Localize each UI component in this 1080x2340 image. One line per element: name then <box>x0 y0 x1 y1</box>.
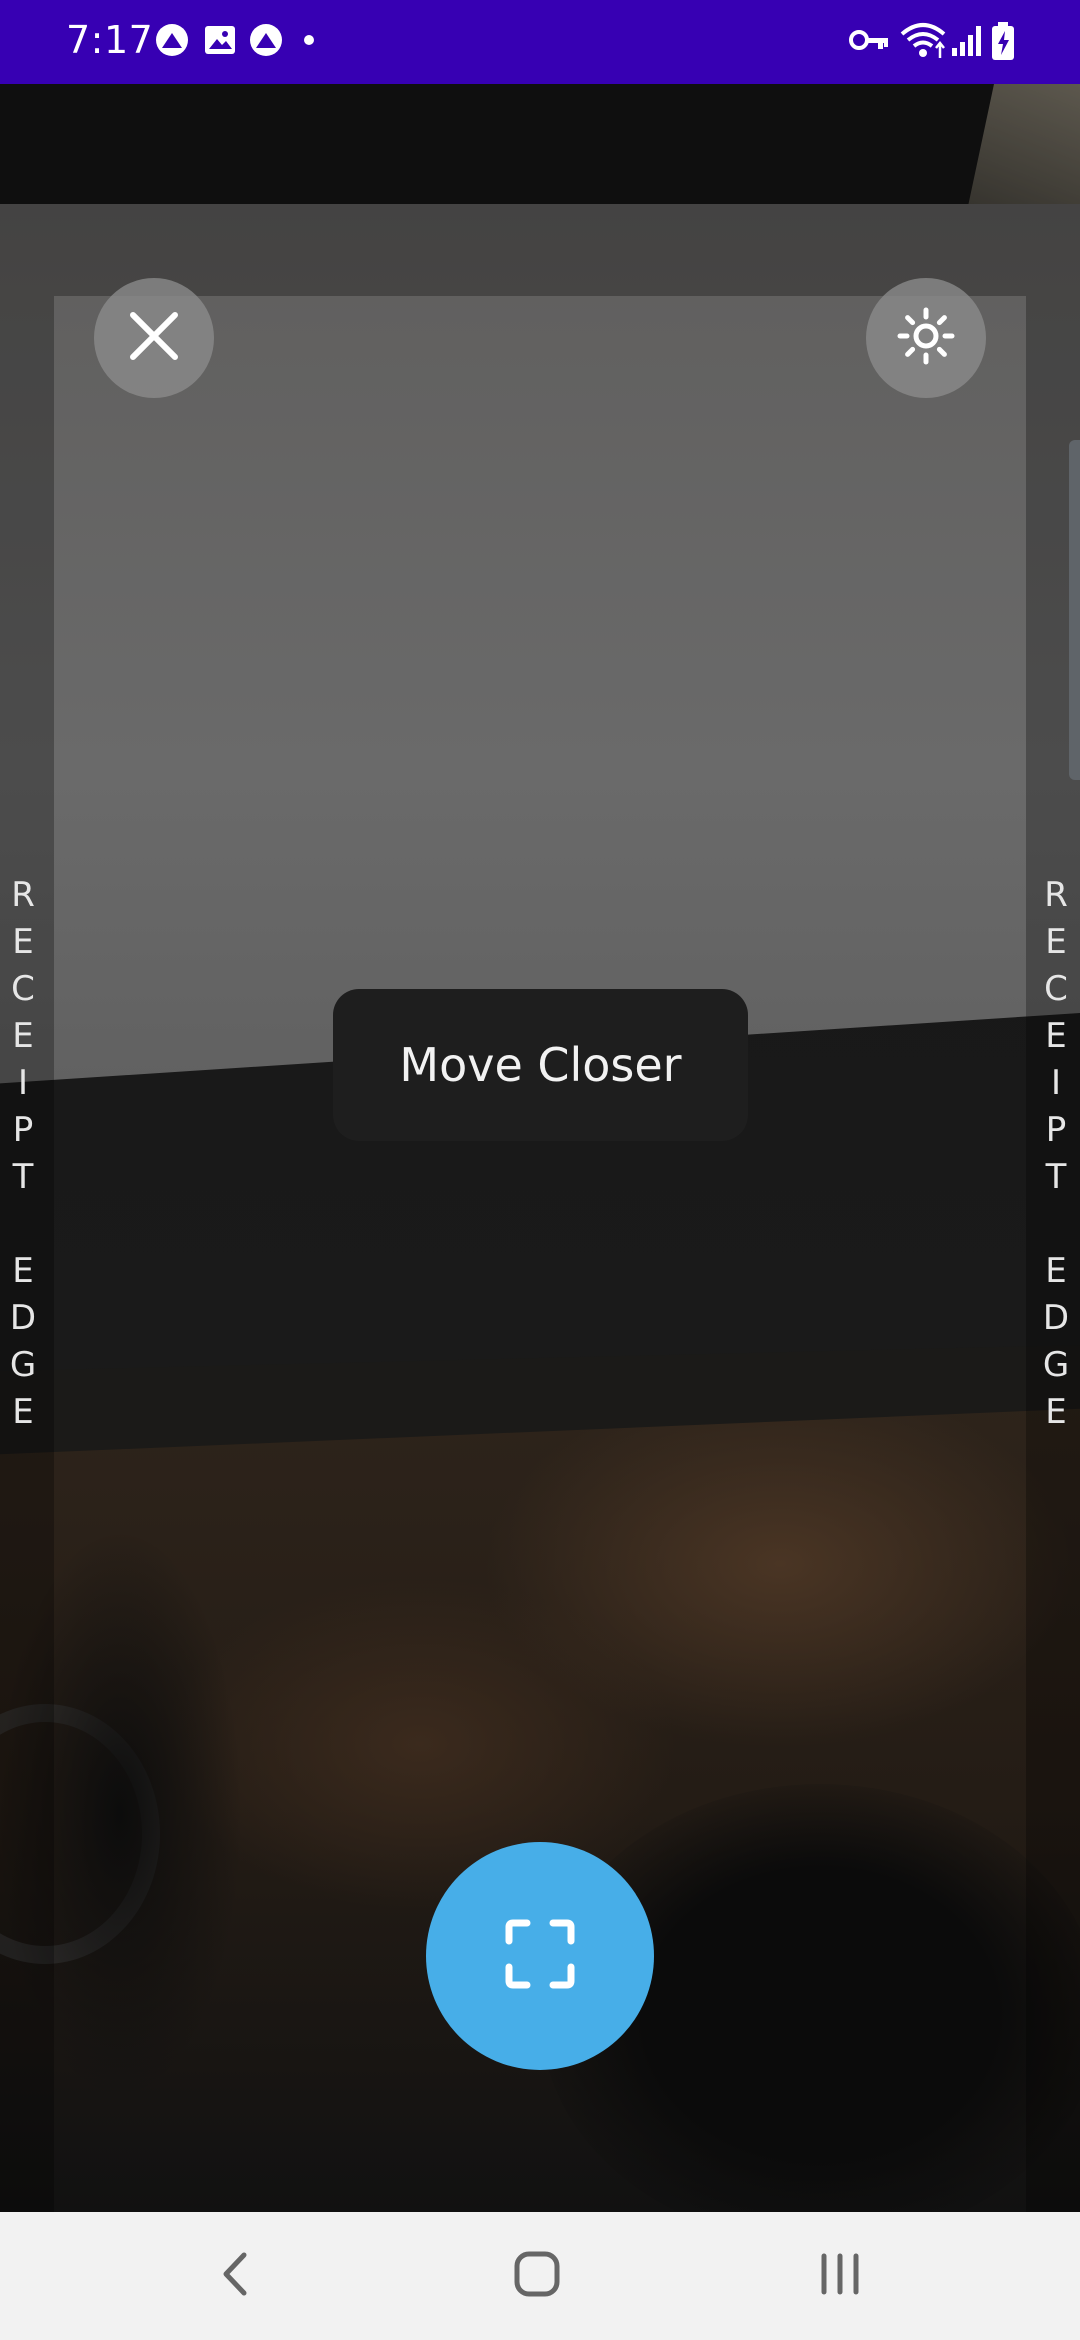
flash-button[interactable] <box>866 278 986 398</box>
gallery-icon <box>202 22 238 62</box>
app-notification-icon <box>154 22 190 62</box>
scan-frame-icon <box>505 1919 575 1993</box>
screen: 7:17 R E C E I P T E D G E R E C E I P T… <box>0 0 1080 2340</box>
capture-button[interactable] <box>426 1842 654 2070</box>
navigation-bar <box>0 2212 1080 2340</box>
brightness-icon <box>895 305 957 371</box>
home-button[interactable] <box>487 2236 587 2316</box>
wifi-icon <box>900 22 946 64</box>
home-icon <box>512 2249 562 2303</box>
recents-button[interactable] <box>790 2236 890 2316</box>
status-bar: 7:17 <box>0 0 1080 84</box>
receipt-edge-label-right: R E C E I P T E D G E <box>1042 875 1070 1432</box>
edge-panel-handle[interactable] <box>1069 440 1080 780</box>
recents-icon <box>818 2252 862 2300</box>
back-button[interactable] <box>186 2236 286 2316</box>
dot-icon <box>302 32 316 51</box>
move-closer-hint-text: Move Closer <box>399 1038 682 1092</box>
vpn-key-icon <box>848 22 890 62</box>
move-closer-hint: Move Closer <box>333 989 748 1141</box>
battery-charging-icon <box>990 22 1016 66</box>
status-time: 7:17 <box>66 18 154 62</box>
app-notification-icon <box>248 22 284 62</box>
frame-shade-top <box>54 84 1026 296</box>
signal-icon <box>950 22 986 62</box>
close-button[interactable] <box>94 278 214 398</box>
receipt-edge-label-left: R E C E I P T E D G E <box>9 875 37 1432</box>
close-icon <box>127 309 181 367</box>
back-icon <box>216 2249 256 2303</box>
